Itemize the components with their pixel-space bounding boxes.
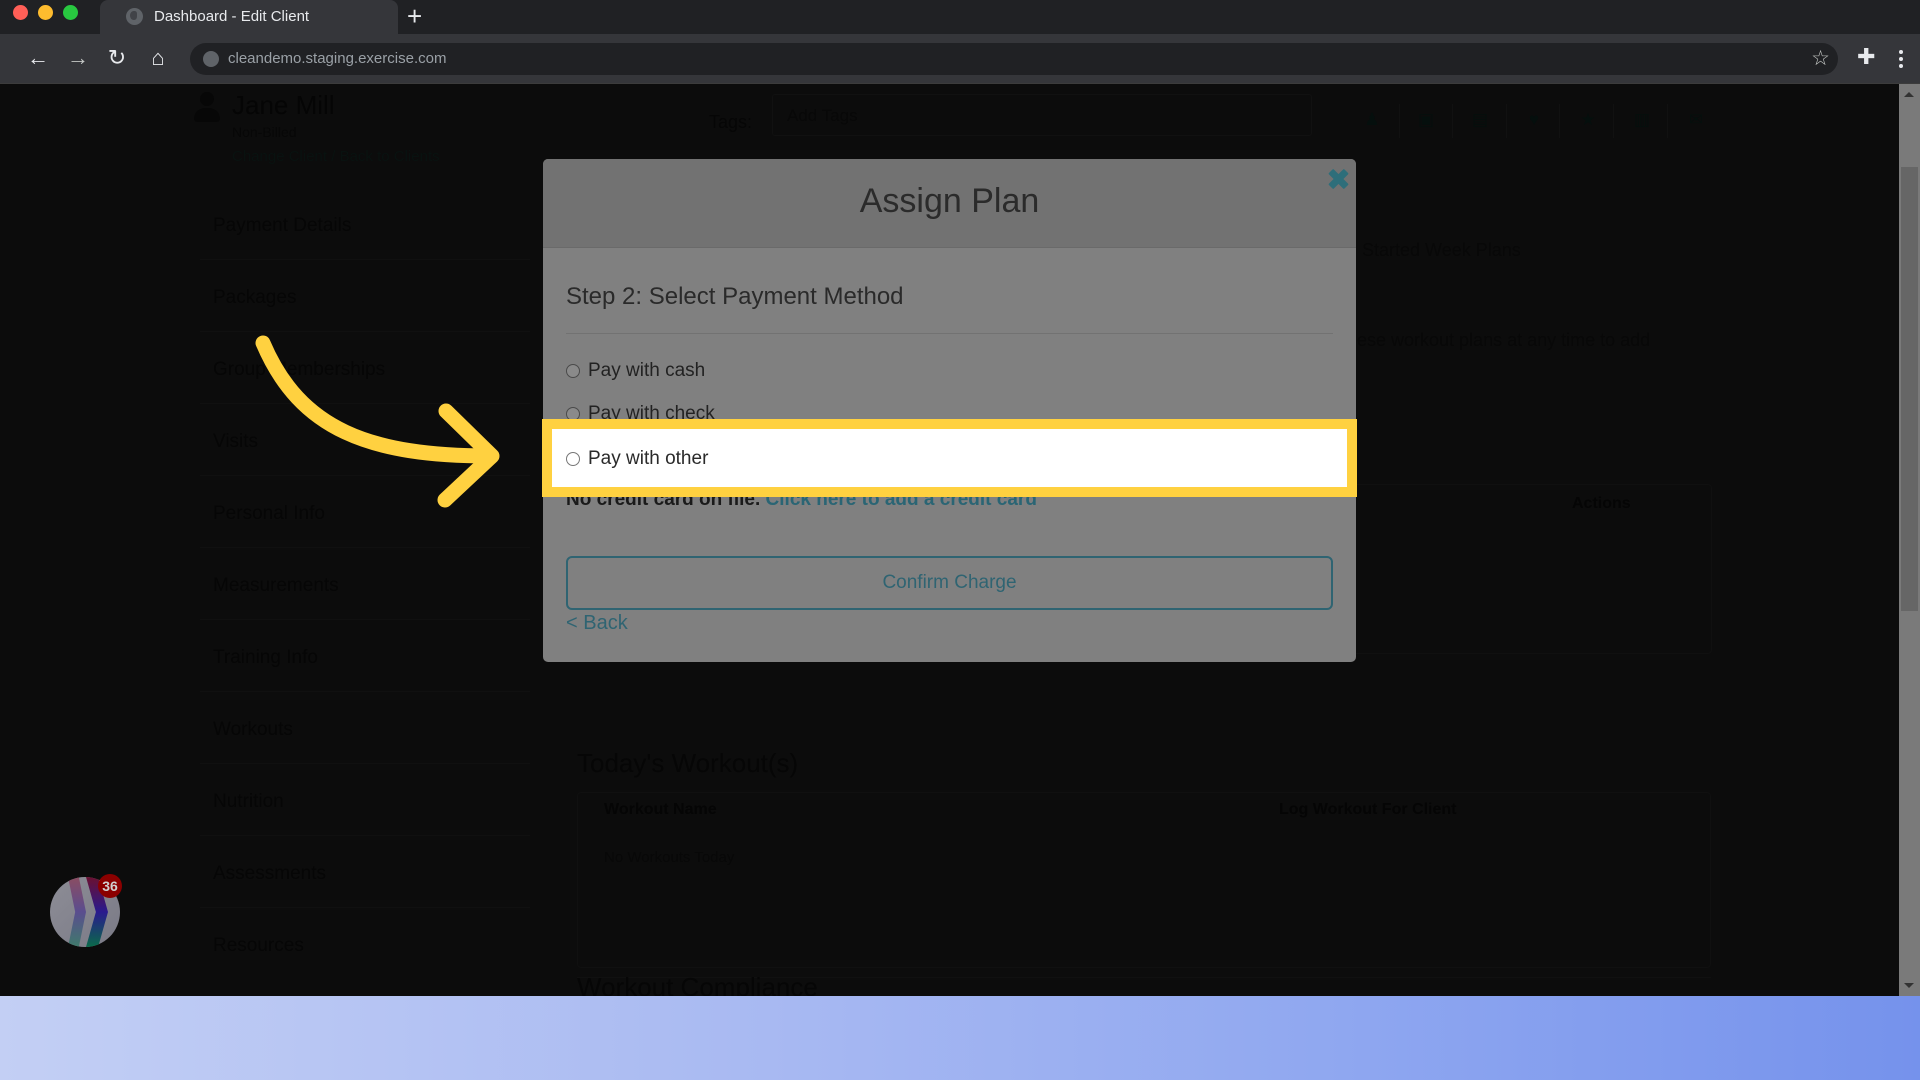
envelope-icon[interactable]: ✉ xyxy=(1686,110,1706,132)
icon-divider xyxy=(1399,104,1400,138)
page-scrollbar[interactable] xyxy=(1899,84,1920,996)
payment-option-other-highlighted[interactable]: Pay with other xyxy=(542,419,1357,497)
sidebar-item-visits[interactable]: Visits xyxy=(213,431,258,453)
icon-divider xyxy=(1559,104,1560,138)
home-icon[interactable]: ⌂ xyxy=(144,44,172,72)
table-header-workout-name: Workout Name xyxy=(604,801,717,818)
calendar-check-icon[interactable]: ▣ xyxy=(1416,110,1436,132)
table-header-log-workout: Log Workout For Client xyxy=(1279,801,1457,818)
bottom-gradient-band xyxy=(0,996,1920,1080)
close-icon[interactable] xyxy=(1326,167,1350,191)
sidebar-item-resources[interactable]: Resources xyxy=(213,935,304,957)
sidebar-divider xyxy=(200,403,530,404)
back-to-clients-link[interactable]: Back to Clients xyxy=(340,148,440,165)
sidebar-divider xyxy=(200,331,530,332)
step-divider xyxy=(566,333,1333,334)
sidebar-item-measurements[interactable]: Measurements xyxy=(213,575,339,597)
star-icon[interactable]: ★ xyxy=(1578,110,1598,132)
sidebar-item-payment-details[interactable]: Payment Details xyxy=(213,215,351,237)
radio-label-other[interactable]: Pay with other xyxy=(588,448,708,470)
client-nav-links: Change Client / Back to Clients xyxy=(232,148,440,165)
scroll-up-arrow-icon[interactable] xyxy=(1904,92,1914,97)
sidebar-divider xyxy=(200,907,530,908)
plans-table xyxy=(1330,484,1712,654)
sidebar-divider xyxy=(200,475,530,476)
icon-divider xyxy=(1452,104,1453,138)
link-separator: / xyxy=(331,148,336,165)
sidebar-divider xyxy=(200,547,530,548)
url-text[interactable]: cleandemo.staging.exercise.com xyxy=(228,50,446,67)
sidebar-item-personal-info[interactable]: Personal Info xyxy=(213,503,325,525)
todays-workouts-title: Today's Workout(s) xyxy=(577,748,799,778)
sidebar-item-nutrition[interactable]: Nutrition xyxy=(213,791,284,813)
chat-logo-icon xyxy=(68,877,86,947)
workout-compliance-title: Workout Compliance xyxy=(577,972,818,996)
client-avatar xyxy=(194,92,220,124)
browser-toolbar: ← → ↻ ⌂ cleandemo.staging.exercise.com ☆ xyxy=(0,34,1920,84)
sidebar-divider xyxy=(200,259,530,260)
heart-pulse-icon[interactable]: ♥ xyxy=(1524,110,1544,132)
radio-other[interactable] xyxy=(566,452,580,466)
sidebar-item-packages[interactable]: Packages xyxy=(213,287,296,309)
change-client-link[interactable]: Change Client xyxy=(232,148,327,165)
radio-cash[interactable] xyxy=(566,364,580,378)
browser-tab-active[interactable]: Dashboard - Edit Client xyxy=(100,0,398,34)
arrow-right-icon[interactable]: → xyxy=(64,44,92,72)
window-zoom-button[interactable] xyxy=(63,5,78,20)
notification-badge: 36 xyxy=(98,874,122,898)
puzzle-icon[interactable]: ✚ xyxy=(1857,44,1881,70)
icon-divider xyxy=(1506,104,1507,138)
arrow-left-icon[interactable]: ← xyxy=(24,44,52,72)
site-info-icon[interactable] xyxy=(203,51,219,67)
sidebar-divider xyxy=(200,619,530,620)
window-minimize-button[interactable] xyxy=(38,5,53,20)
icon-divider xyxy=(1667,104,1668,138)
sidebar-item-assessments[interactable]: Assessments xyxy=(213,863,326,885)
sidebar-item-workouts[interactable]: Workouts xyxy=(213,719,293,741)
new-tab-button[interactable]: + xyxy=(407,3,422,29)
confirm-charge-button[interactable]: Confirm Charge xyxy=(566,556,1333,610)
window-close-button[interactable] xyxy=(13,5,28,20)
address-bar[interactable]: cleandemo.staging.exercise.com ☆ xyxy=(190,43,1838,75)
table-empty-message: No Workouts Today xyxy=(604,849,735,866)
reload-icon[interactable]: ↻ xyxy=(103,44,131,72)
scrollbar-thumb[interactable] xyxy=(1901,167,1918,611)
modal-header: Assign Plan xyxy=(543,159,1356,248)
back-link[interactable]: < Back xyxy=(566,612,628,635)
globe-icon xyxy=(126,8,143,25)
step-title: Step 2: Select Payment Method xyxy=(566,283,904,310)
kebab-menu-icon[interactable] xyxy=(1897,50,1905,72)
modal-title: Assign Plan xyxy=(859,182,1040,220)
plans-description: ese workout plans at any time to add xyxy=(1357,330,1651,350)
chart-icon[interactable]: ▥ xyxy=(1632,110,1652,132)
browser-tab-bar: Dashboard - Edit Client + xyxy=(0,0,1920,34)
assign-plan-modal: Assign Plan Step 2: Select Payment Metho… xyxy=(543,159,1356,662)
sidebar-item-group-memberships[interactable]: Group Memberships xyxy=(213,359,385,381)
client-billing-status: Non-Billed xyxy=(232,124,297,140)
sidebar-divider xyxy=(200,691,530,692)
scroll-down-arrow-icon[interactable] xyxy=(1904,983,1914,988)
user-icon[interactable]: ♟ xyxy=(1362,110,1382,132)
tab-title: Dashboard - Edit Client xyxy=(154,8,310,25)
tags-input[interactable]: Add Tags xyxy=(772,94,1312,136)
radio-label-cash[interactable]: Pay with cash xyxy=(588,360,705,382)
client-name: Jane Mill xyxy=(232,90,335,120)
plans-heading: Started Week Plans xyxy=(1362,240,1521,260)
sidebar-divider xyxy=(200,835,530,836)
table-header-actions: Actions xyxy=(1572,495,1631,512)
star-icon[interactable]: ☆ xyxy=(1811,45,1830,73)
tags-placeholder: Add Tags xyxy=(787,106,858,125)
todays-workouts-table xyxy=(577,792,1711,968)
tags-label: Tags: xyxy=(709,112,753,132)
document-icon[interactable]: ▤ xyxy=(1470,110,1490,132)
sidebar-item-training-info[interactable]: Training Info xyxy=(213,647,318,669)
sidebar-divider xyxy=(200,763,530,764)
icon-divider xyxy=(1613,104,1614,138)
